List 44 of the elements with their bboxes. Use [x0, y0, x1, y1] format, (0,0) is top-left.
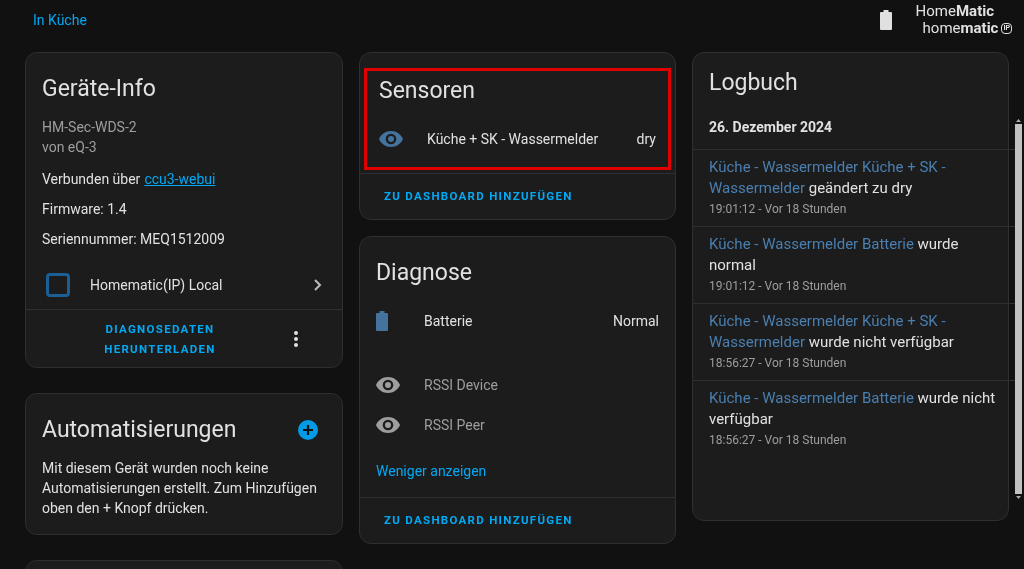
- eye-icon: [379, 131, 403, 147]
- log-entry-text: Küche - Wassermelder Batterie wurde nicht verfügbar: [709, 388, 997, 430]
- log-time: 18:56:27 - Vor 18 Stunden: [709, 355, 848, 372]
- log-time: 19:01:12 - Vor 18 Stunden: [709, 201, 848, 218]
- card-title: Logbuch: [708, 68, 799, 98]
- entity-name[interactable]: Batterie: [424, 311, 613, 331]
- connection-label: Verbunden über: [42, 170, 141, 189]
- log-entry-text: Küche - Wassermelder Batterie wurde normal: [709, 234, 960, 276]
- eye-icon: [376, 377, 400, 393]
- more-menu-icon[interactable]: [294, 330, 298, 347]
- device-model: HM-Sec-WDS-2: [42, 118, 138, 137]
- log-time: 19:01:12 - Vor 18 Stunden: [709, 278, 848, 295]
- card-title: Sensoren: [379, 76, 477, 106]
- scroll-up-icon[interactable]: [1016, 119, 1021, 122]
- card-title: Diagnose: [376, 258, 473, 288]
- logo-text: homematic: [922, 20, 999, 37]
- eye-icon: [376, 417, 400, 433]
- chevron-right-icon: [314, 279, 322, 291]
- integration-row[interactable]: Homematic(IP) Local: [26, 261, 342, 309]
- log-date: 26. Dezember 2024: [693, 117, 1015, 150]
- serial-number: Seriennummer: MEQ1512009: [42, 230, 226, 249]
- card-title: Geräte-Info: [42, 74, 157, 104]
- log-time: 18:56:27 - Vor 18 Stunden: [709, 432, 848, 449]
- battery-icon: [879, 10, 892, 30]
- firmware-text: Firmware: 1.4: [42, 200, 128, 219]
- entity-state: dry: [636, 130, 656, 149]
- add-icon[interactable]: [298, 420, 318, 440]
- breadcrumb-link[interactable]: In Küche: [33, 10, 87, 30]
- entity-state: Normal: [613, 312, 659, 331]
- integration-icon: [46, 273, 70, 297]
- add-to-dashboard-button[interactable]: ZU DASHBOARD HINZUFÜGEN: [384, 511, 573, 530]
- battery-icon: [376, 311, 388, 331]
- entity-name[interactable]: Küche + SK - Wassermelder: [427, 129, 637, 149]
- card-title: Automatisierungen: [42, 415, 237, 445]
- add-to-dashboard-button[interactable]: ZU DASHBOARD HINZUFÜGEN: [384, 187, 573, 206]
- device-maker: von eQ-3: [42, 138, 98, 157]
- logo-text: HomeMatic: [915, 3, 995, 20]
- download-diagnostics-button[interactable]: DIAGNOSEDATEN HERUNTERLADEN: [92, 318, 228, 359]
- show-less-link[interactable]: Weniger anzeigen: [376, 461, 659, 481]
- automations-description: Mit diesem Gerät wurden noch keine Automatisierungen erstellt. Zum Hinzufügen oben den + Knopf drücken.: [42, 459, 318, 518]
- log-entry-text: Küche - Wassermelder Küche + SK - Wassermelder wurde nicht verfügbar: [709, 311, 955, 353]
- scroll-down-icon[interactable]: [1016, 496, 1021, 499]
- log-entry-text: Küche - Wassermelder Küche + SK - Wassermelder geändert zu dry: [709, 157, 947, 199]
- connection-link[interactable]: ccu3-webui: [144, 169, 216, 189]
